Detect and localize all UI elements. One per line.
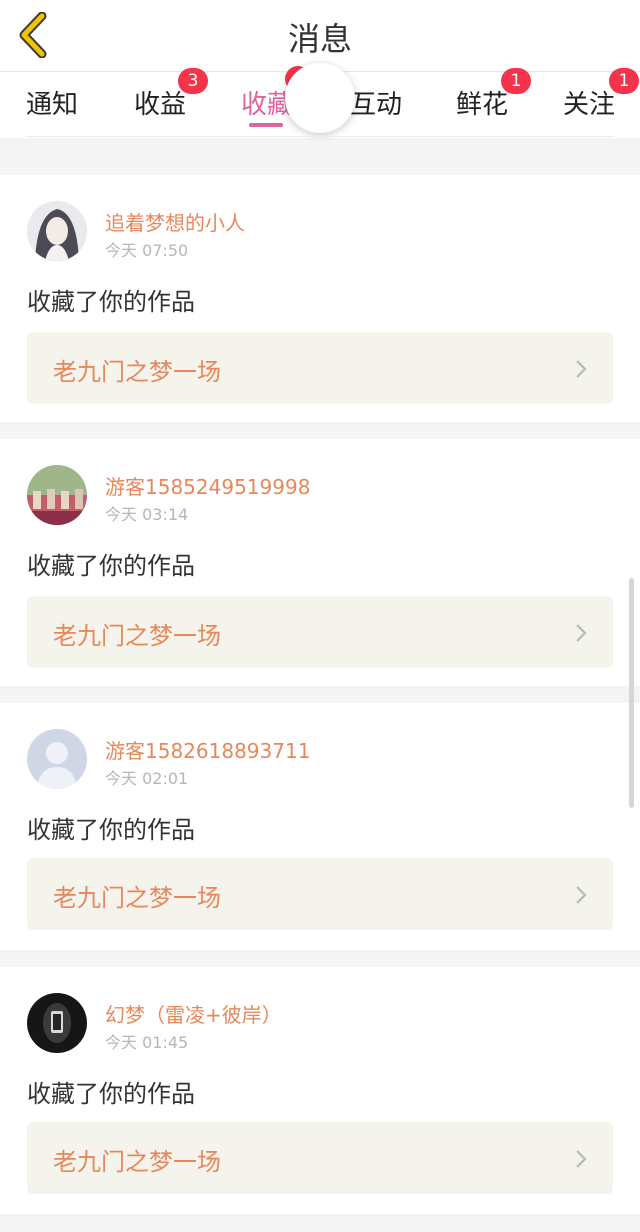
work-title: 老九门之梦一场 [53,884,221,912]
tab-notifications[interactable]: 通知 [26,84,78,121]
unread-badge: 3 [178,68,208,94]
avatar[interactable] [27,201,87,261]
tab-label: 通知 [26,90,79,120]
avatar[interactable] [27,993,87,1053]
work-link[interactable]: 老九门之梦一场 [27,332,613,404]
floating-assistive-button[interactable] [285,63,355,133]
chevron-right-icon [576,360,587,378]
username[interactable]: 游客1582618893711 [105,735,310,764]
header: 消息 [0,0,640,72]
tab-label: 关注 [563,90,616,120]
work-link[interactable]: 老九门之梦一场 [27,1122,613,1194]
chevron-right-icon [576,1150,587,1168]
message-card: 幻梦（雷凌+彼岸） 今天 01:45 收藏了你的作品 老九门之梦一场 [0,967,640,1214]
page-title: 消息 [287,20,352,58]
tab-label: 互动 [350,90,403,120]
avatar[interactable] [27,729,87,789]
timestamp: 今天 07:50 [105,241,189,260]
work-title: 老九门之梦一场 [53,1148,221,1176]
chevron-right-icon [576,624,587,642]
timestamp: 今天 01:45 [105,1033,189,1052]
message-card: 追着梦想的小人 今天 07:50 收藏了你的作品 老九门之梦一场 [0,175,640,422]
action-text: 收藏了你的作品 [27,288,195,316]
work-link[interactable]: 老九门之梦一场 [27,596,613,668]
unread-badge: 1 [609,68,639,94]
action-text: 收藏了你的作品 [27,1080,195,1108]
tab-follows[interactable]: 关注 1 [563,68,639,121]
work-link[interactable]: 老九门之梦一场 [27,858,613,930]
unread-badge: 1 [501,68,531,94]
timestamp: 今天 02:01 [105,769,189,788]
timestamp: 今天 03:14 [105,505,189,524]
tab-earnings[interactable]: 收益 3 [134,68,208,121]
scrollbar[interactable] [629,578,634,808]
tab-label: 鲜花 [456,90,509,120]
chevron-right-icon [576,886,587,904]
username[interactable]: 游客1585249519998 [105,471,310,500]
action-text: 收藏了你的作品 [27,816,195,844]
work-title: 老九门之梦一场 [53,622,221,650]
username[interactable]: 追着梦想的小人 [105,207,245,236]
message-card: 游客1582618893711 今天 02:01 收藏了你的作品 老九门之梦一场 [0,703,640,950]
avatar[interactable] [27,465,87,525]
message-card: 游客1585249519998 今天 03:14 收藏了你的作品 老九门之梦一场 [0,439,640,686]
action-text: 收藏了你的作品 [27,552,195,580]
work-title: 老九门之梦一场 [53,358,221,386]
username[interactable]: 幻梦（雷凌+彼岸） [105,999,282,1028]
active-tab-indicator [249,123,283,127]
tab-label: 收益 [134,90,187,120]
tab-interactions[interactable]: 互动 [350,84,402,121]
divider [26,136,614,137]
tab-flowers[interactable]: 鲜花 1 [456,68,531,121]
